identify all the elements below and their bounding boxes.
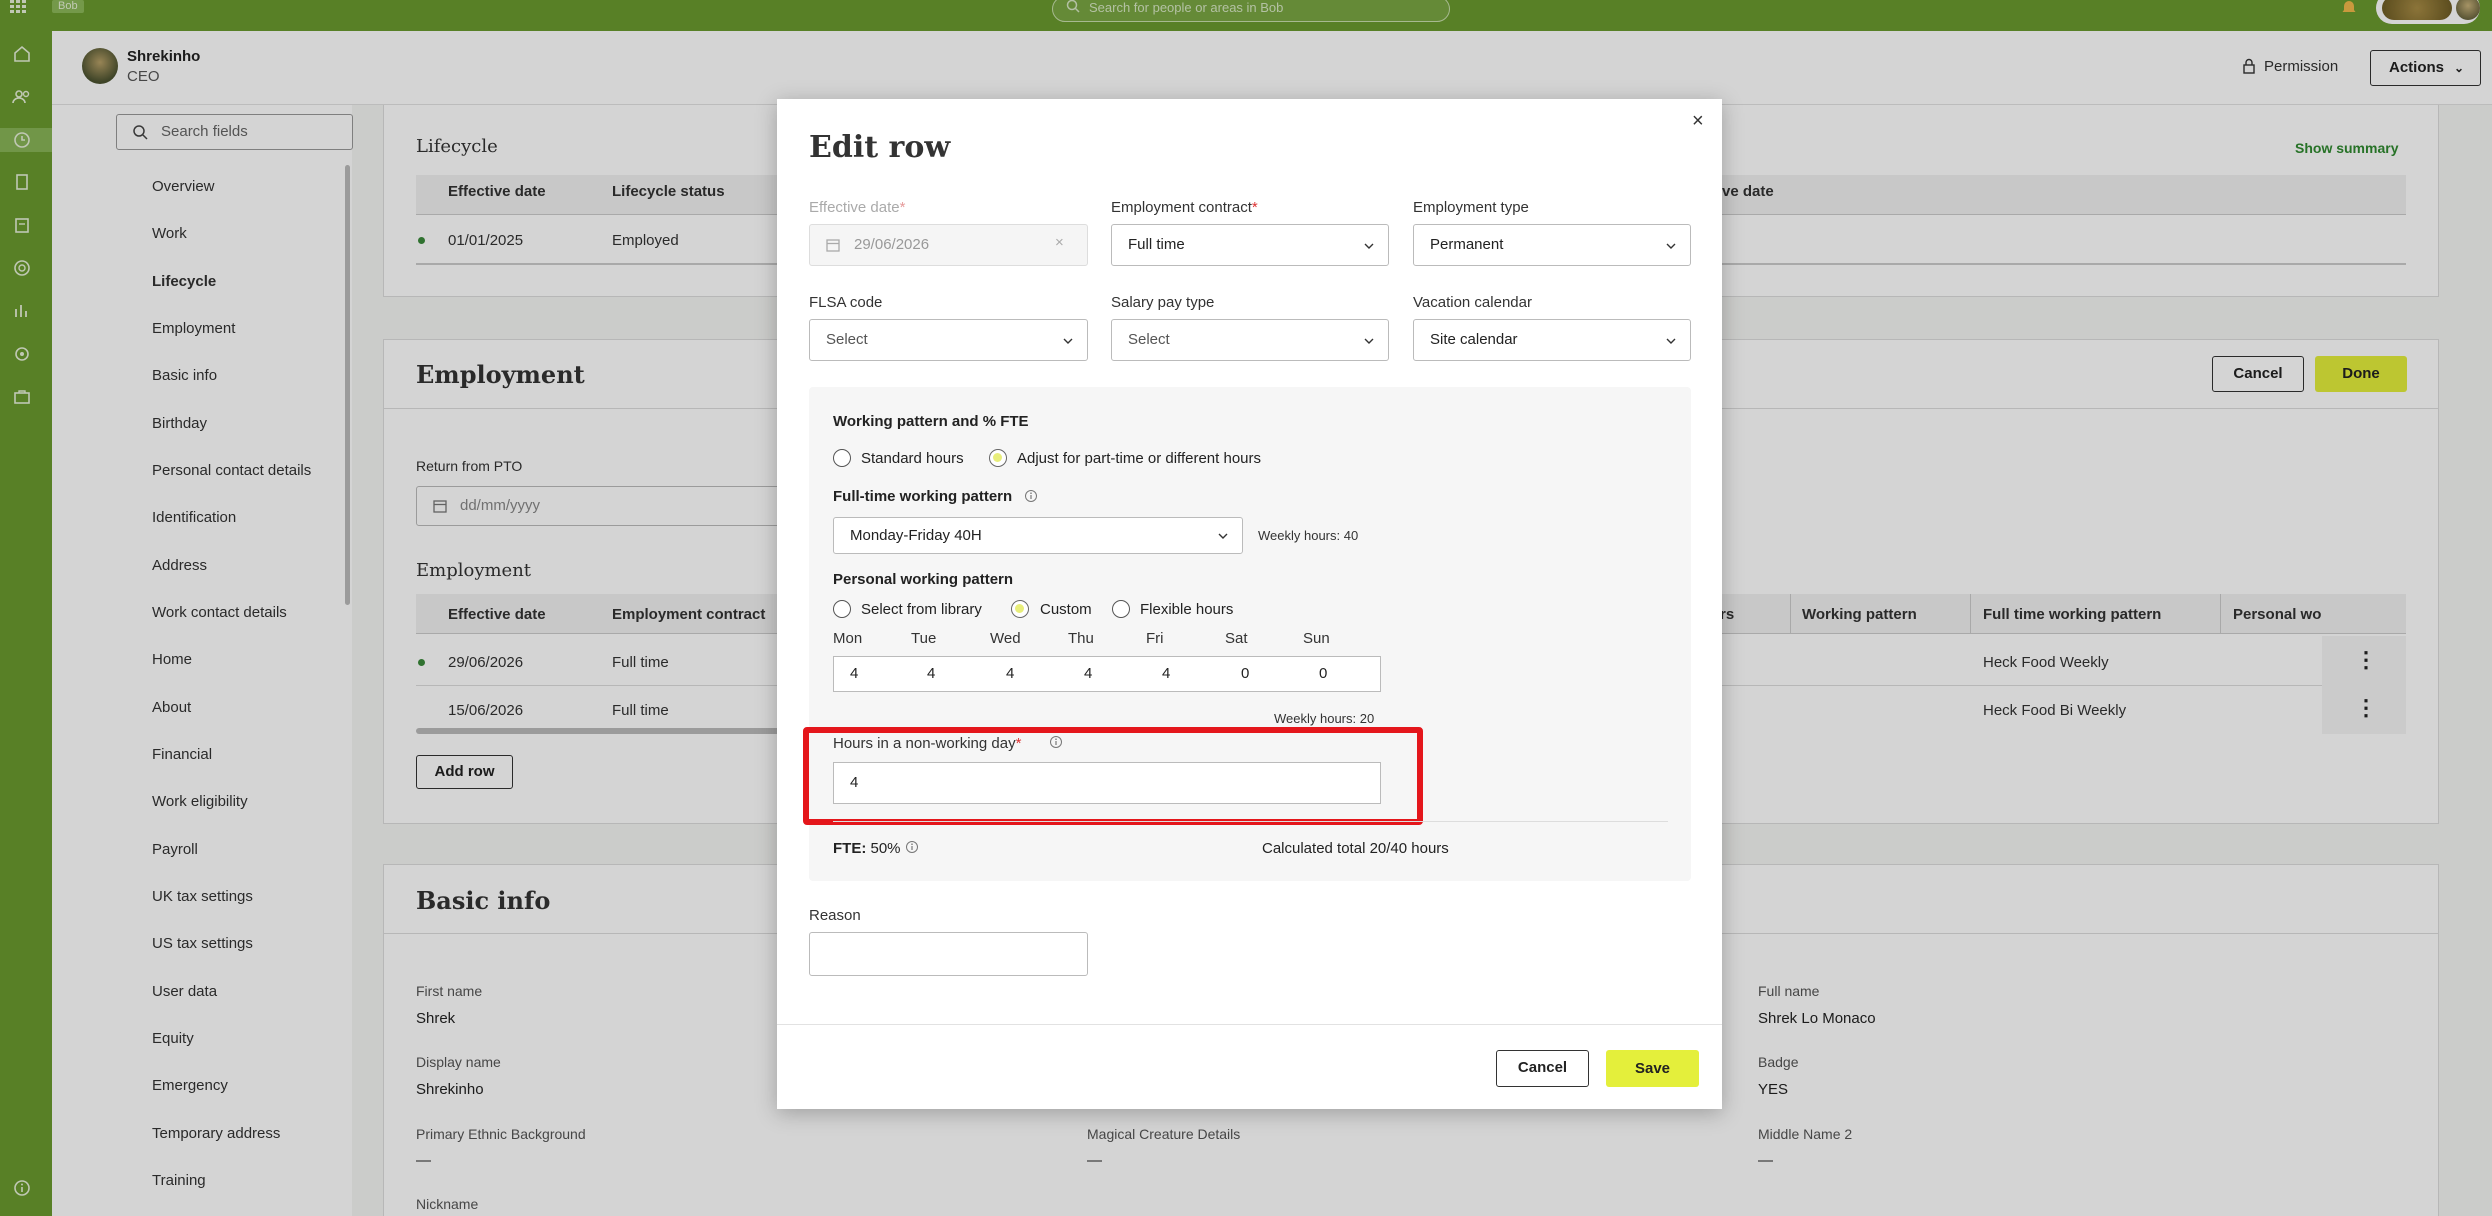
divider	[833, 821, 1668, 822]
day-input-thu[interactable]: 4	[1068, 656, 1147, 692]
day-input-sun[interactable]: 0	[1303, 656, 1381, 692]
close-icon[interactable]: ×	[1692, 110, 1704, 133]
ft-pattern-label: Full-time working pattern	[833, 488, 1013, 505]
flexible-hours-label[interactable]: Flexible hours	[1140, 601, 1233, 618]
day-label-thu: Thu	[1068, 630, 1094, 647]
flsa-value: Select	[826, 331, 868, 348]
vacation-calendar-value: Site calendar	[1430, 331, 1518, 348]
personal-pattern-label: Personal working pattern	[833, 571, 1014, 588]
day-label-mon: Mon	[833, 630, 863, 647]
clear-icon: ×	[1055, 234, 1064, 251]
employment-contract-label: Employment contract*	[1111, 199, 1258, 216]
effective-date-label: Effective date*	[809, 199, 906, 216]
vacation-calendar-select[interactable]: Site calendar	[1413, 319, 1691, 361]
ft-pattern-value: Monday-Friday 40H	[850, 527, 982, 544]
standard-hours-label[interactable]: Standard hours	[861, 450, 964, 467]
day-label-fri: Fri	[1146, 630, 1164, 647]
day-label-sun: Sun	[1303, 630, 1330, 647]
salary-pay-label: Salary pay type	[1111, 294, 1215, 311]
adjust-hours-radio[interactable]	[989, 449, 1007, 467]
vacation-calendar-label: Vacation calendar	[1413, 294, 1532, 311]
info-icon[interactable]	[905, 840, 919, 854]
day-input-sat[interactable]: 0	[1225, 656, 1304, 692]
chevron-down-icon	[1364, 338, 1374, 344]
ft-weekly-hours: Weekly hours: 40	[1258, 528, 1359, 543]
reason-input[interactable]	[809, 932, 1088, 976]
custom-radio[interactable]	[1011, 600, 1029, 618]
employment-contract-value: Full time	[1128, 236, 1185, 253]
effective-date-value: 29/06/2026	[854, 236, 930, 253]
salary-pay-select[interactable]: Select	[1111, 319, 1389, 361]
employment-contract-select[interactable]: Full time	[1111, 224, 1389, 266]
ft-pattern-select[interactable]: Monday-Friday 40H	[833, 517, 1243, 554]
highlight-box	[803, 727, 1423, 825]
flsa-label: FLSA code	[809, 294, 883, 311]
reason-label: Reason	[809, 907, 861, 924]
info-icon[interactable]	[1024, 489, 1038, 503]
day-input-fri[interactable]: 4	[1146, 656, 1226, 692]
flsa-select[interactable]: Select	[809, 319, 1088, 361]
chevron-down-icon	[1364, 243, 1374, 249]
chevron-down-icon	[1218, 533, 1228, 539]
effective-date-input: 29/06/2026	[809, 224, 1088, 266]
chevron-down-icon	[1666, 243, 1676, 249]
flexible-hours-radio[interactable]	[1112, 600, 1130, 618]
salary-pay-value: Select	[1128, 331, 1170, 348]
dialog-title: Edit row	[809, 130, 951, 165]
fte-label: FTE:	[833, 840, 867, 857]
chevron-down-icon	[1666, 338, 1676, 344]
cancel-button[interactable]: Cancel	[1496, 1050, 1589, 1087]
calendar-icon	[825, 237, 841, 253]
employment-type-select[interactable]: Permanent	[1413, 224, 1691, 266]
employment-type-value: Permanent	[1430, 236, 1504, 253]
day-label-sat: Sat	[1225, 630, 1248, 647]
save-button[interactable]: Save	[1606, 1050, 1699, 1087]
adjust-hours-label[interactable]: Adjust for part-time or different hours	[1017, 450, 1261, 467]
personal-weekly-hours: Weekly hours: 20	[1274, 711, 1375, 726]
day-label-wed: Wed	[990, 630, 1021, 647]
day-input-mon[interactable]: 4	[833, 656, 912, 692]
day-input-wed[interactable]: 4	[990, 656, 1069, 692]
select-from-library-label[interactable]: Select from library	[861, 601, 982, 618]
employment-type-label: Employment type	[1413, 199, 1529, 216]
working-pattern-title: Working pattern and % FTE	[833, 413, 1029, 430]
calculated-total: Calculated total 20/40 hours	[1262, 840, 1449, 857]
chevron-down-icon	[1063, 338, 1073, 344]
fte-value: 50%	[870, 840, 901, 857]
day-label-tue: Tue	[911, 630, 937, 647]
dialog-footer-divider	[777, 1024, 1722, 1025]
select-from-library-radio[interactable]	[833, 600, 851, 618]
custom-label[interactable]: Custom	[1040, 601, 1092, 618]
fte-readout: FTE: 50%	[833, 840, 901, 857]
standard-hours-radio[interactable]	[833, 449, 851, 467]
day-input-tue[interactable]: 4	[911, 656, 991, 692]
